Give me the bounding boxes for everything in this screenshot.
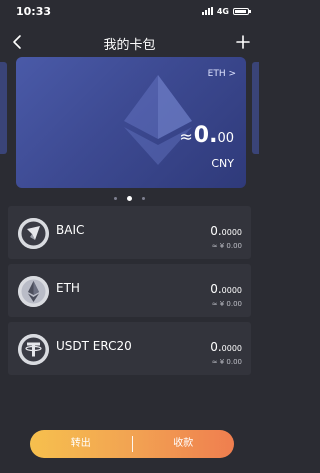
status-indicators: 4G bbox=[201, 6, 251, 16]
amount-decimal: 0000 bbox=[221, 344, 242, 353]
status-bar: 10:33 4G bbox=[0, 0, 259, 22]
previous-card-peek[interactable] bbox=[0, 62, 7, 154]
balance-main: 0. bbox=[193, 123, 218, 148]
token-row-usdt[interactable]: USDT ERC20 0.0000 ≈ ¥ 0.00 bbox=[8, 322, 251, 375]
card-currency: CNY bbox=[211, 157, 234, 170]
action-bar: 转出 收款 bbox=[30, 430, 234, 458]
token-row-baic[interactable]: BAIC 0.0000 ≈ ¥ 0.00 bbox=[8, 206, 251, 259]
token-name: USDT ERC20 bbox=[56, 339, 132, 353]
token-name: ETH bbox=[56, 281, 80, 295]
back-icon[interactable] bbox=[8, 32, 28, 52]
token-name: BAIC bbox=[56, 223, 85, 237]
action-divider bbox=[131, 436, 133, 452]
card-balance: ≈ 0. 00 bbox=[179, 123, 234, 148]
token-amount: 0.0000 bbox=[210, 224, 242, 238]
amount-main: 0. bbox=[210, 282, 222, 296]
token-row-eth[interactable]: ETH 0.0000 ≈ ¥ 0.00 bbox=[8, 264, 251, 317]
token-fiat-value: ≈ ¥ 0.00 bbox=[211, 358, 242, 366]
token-amount: 0.0000 bbox=[210, 340, 242, 354]
transfer-out-button[interactable]: 转出 bbox=[30, 430, 132, 458]
amount-decimal: 0000 bbox=[221, 228, 242, 237]
token-list: BAIC 0.0000 ≈ ¥ 0.00 ETH 0.0000 ≈ ¥ 0.00 bbox=[8, 206, 251, 380]
pager-dot[interactable] bbox=[142, 197, 145, 200]
eth-watermark-icon bbox=[124, 75, 192, 165]
nav-bar: 我的卡包 bbox=[0, 28, 259, 58]
network-label: 4G bbox=[216, 6, 229, 16]
status-time: 10:33 bbox=[16, 4, 52, 18]
baic-icon bbox=[18, 218, 49, 249]
amount-decimal: 0000 bbox=[221, 286, 242, 295]
token-fiat-value: ≈ ¥ 0.00 bbox=[211, 300, 242, 308]
next-card-peek[interactable] bbox=[252, 62, 259, 154]
receive-button[interactable]: 收款 bbox=[133, 430, 235, 458]
token-amount: 0.0000 bbox=[210, 282, 242, 296]
card-coin-link[interactable]: ETH > bbox=[208, 69, 236, 79]
pager-dot[interactable] bbox=[114, 197, 117, 200]
balance-decimal: 00 bbox=[217, 131, 234, 146]
token-fiat-value: ≈ ¥ 0.00 bbox=[211, 242, 242, 250]
pager-dot-active[interactable] bbox=[127, 196, 132, 201]
add-icon[interactable] bbox=[233, 32, 253, 52]
usdt-icon bbox=[18, 334, 49, 365]
amount-main: 0. bbox=[210, 224, 222, 238]
signal-icon bbox=[201, 7, 213, 15]
card-pager bbox=[0, 196, 259, 201]
wallet-card[interactable]: ETH > ≈ 0. 00 CNY bbox=[16, 57, 246, 188]
page-title: 我的卡包 bbox=[103, 37, 156, 53]
wallet-screen: 10:33 4G 我的卡包 ETH > ≈ 0. 00 CNY BAIC 0.0… bbox=[0, 0, 259, 473]
approx-symbol: ≈ bbox=[179, 127, 193, 146]
amount-main: 0. bbox=[210, 340, 222, 354]
battery-icon bbox=[233, 7, 251, 15]
eth-icon bbox=[18, 276, 49, 307]
